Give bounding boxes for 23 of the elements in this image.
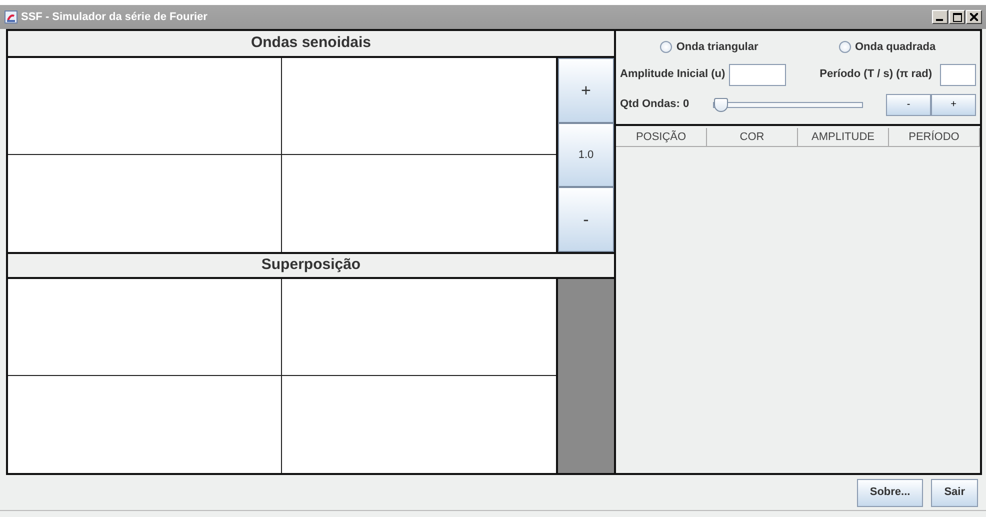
zoom-out-button[interactable]: -	[558, 187, 614, 252]
maximize-button[interactable]	[949, 10, 965, 24]
close-icon	[970, 13, 978, 21]
amplitude-field[interactable]	[729, 64, 786, 86]
minimize-button[interactable]	[932, 10, 948, 24]
slider-thumb[interactable]	[714, 98, 728, 112]
app-icon	[4, 10, 18, 24]
maximize-icon	[952, 12, 962, 22]
radio-option[interactable]: Onda triangular	[660, 39, 758, 56]
count-label: Qtd Ondas: 0	[620, 97, 690, 112]
field-label: Amplitude Inicial (u)	[620, 67, 726, 82]
close-button[interactable]	[966, 10, 982, 24]
radio-option[interactable]: Onda quadrada	[838, 39, 936, 56]
exit-button[interactable]: Sair	[931, 478, 978, 506]
section-header: Superposição	[8, 252, 614, 279]
zoom-level-button[interactable]: 1.0	[558, 122, 614, 188]
period-field[interactable]	[940, 64, 976, 86]
field-label: Período (T / s) (π rad)	[820, 67, 932, 82]
about-button[interactable]: Sobre...	[856, 478, 924, 506]
window-title: SSF - Simulador da série de Fourier	[21, 10, 208, 25]
increase-button[interactable]: +	[931, 94, 976, 116]
decrease-button[interactable]: -	[886, 94, 931, 116]
zoom-in-button[interactable]: +	[558, 58, 614, 123]
